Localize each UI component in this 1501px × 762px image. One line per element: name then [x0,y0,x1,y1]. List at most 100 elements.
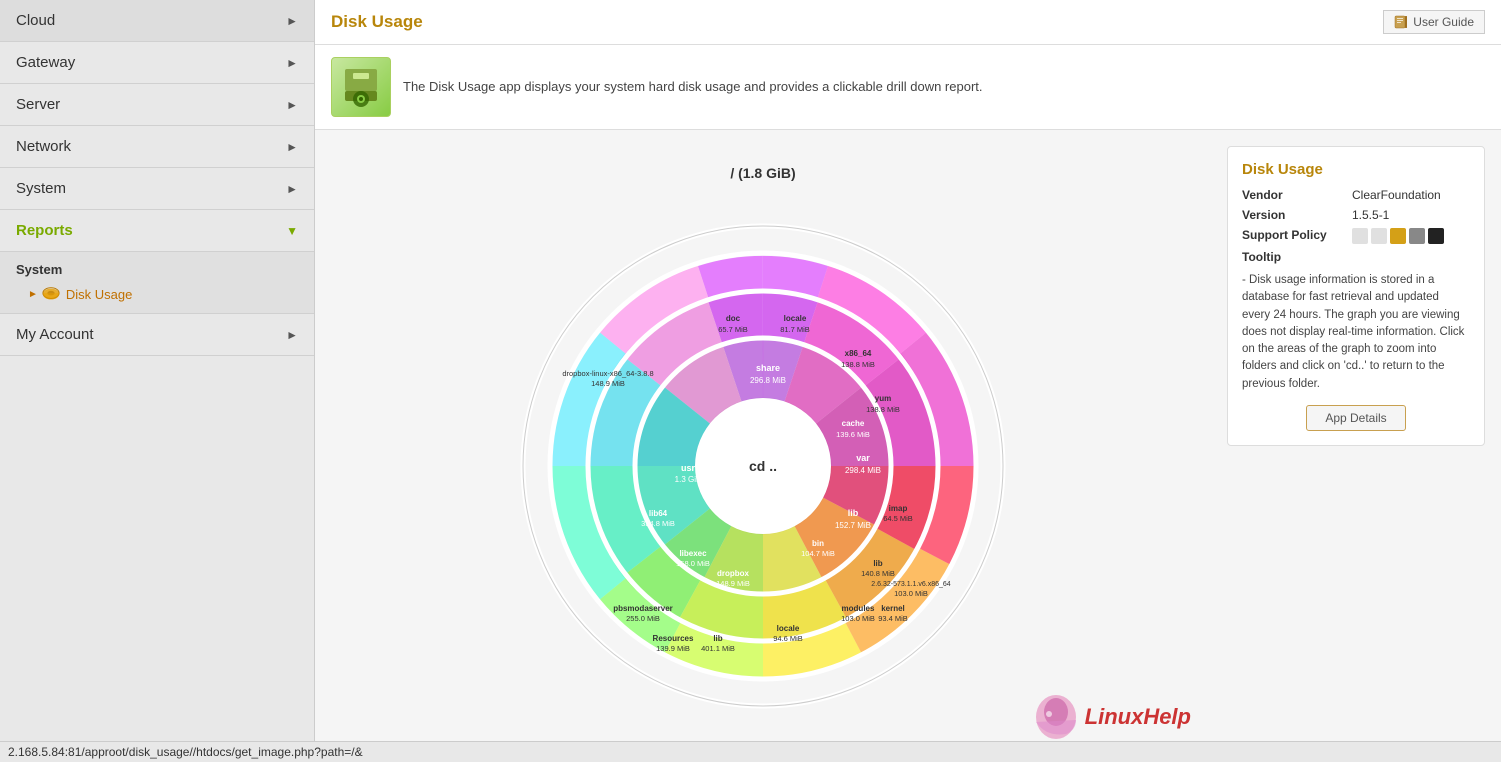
svg-text:94.6 MiB: 94.6 MiB [773,634,803,643]
chevron-right-icon: ► [286,14,298,28]
tooltip-row: Tooltip [1242,250,1470,264]
svg-text:81.7 MiB: 81.7 MiB [780,325,810,334]
chart-area[interactable]: / (1.8 GiB) cd .. [315,130,1211,762]
vendor-row: Vendor ClearFoundation [1242,188,1470,202]
svg-text:dropbox: dropbox [717,569,750,578]
user-guide-label: User Guide [1413,15,1474,29]
svg-text:401.1 MiB: 401.1 MiB [701,644,735,653]
svg-text:138.8 MiB: 138.8 MiB [841,360,875,369]
vendor-value: ClearFoundation [1352,188,1441,202]
submenu-group-label: System [0,258,314,281]
sidebar-label-gateway: Gateway [16,54,75,71]
info-box: Disk Usage Vendor ClearFoundation Versio… [1227,146,1485,446]
svg-text:lib: lib [848,508,859,518]
svg-text:148.9 MiB: 148.9 MiB [591,379,625,388]
svg-text:Resources: Resources [653,634,694,643]
sidebar-item-cloud[interactable]: Cloud ► [0,0,314,42]
svg-text:lib: lib [713,634,722,643]
svg-text:140.8 MiB: 140.8 MiB [861,569,895,578]
svg-text:locale: locale [777,624,800,633]
svg-text:2.6.32-573.1.1.v6.x86_64: 2.6.32-573.1.1.v6.x86_64 [871,581,951,588]
support-icon-5 [1428,228,1444,244]
description-row: The Disk Usage app displays your system … [315,45,1501,130]
app-details-button[interactable]: App Details [1306,405,1406,431]
svg-text:296.8 MiB: 296.8 MiB [750,376,786,385]
svg-text:158.0 MiB: 158.0 MiB [676,559,710,568]
disk-app-icon [339,65,383,109]
tooltip-text: - Disk usage information is stored in a … [1242,272,1470,393]
version-value: 1.5.5-1 [1352,208,1389,222]
book-icon [1394,15,1408,29]
sidebar-label-system: System [16,180,66,197]
sidebar-item-reports[interactable]: Reports ▼ [0,210,314,252]
svg-text:x86_64: x86_64 [845,349,872,358]
sidebar-label-server: Server [16,96,60,113]
svg-text:pbsmodaserver: pbsmodaserver [613,604,673,613]
chevron-right-icon: ► [286,98,298,112]
right-panel: Disk Usage Vendor ClearFoundation Versio… [1211,130,1501,762]
sidebar-item-network[interactable]: Network ► [0,126,314,168]
chevron-right-icon: ► [286,182,298,196]
vendor-label: Vendor [1242,188,1352,202]
logo-text: LinuxHelp [1085,704,1191,730]
svg-text:103.0 MiB: 103.0 MiB [841,614,875,623]
support-icons [1352,228,1444,244]
sidebar-label-myaccount: My Account [16,326,94,343]
description-text: The Disk Usage app displays your system … [403,77,1485,97]
svg-text:cd ..: cd .. [749,458,777,474]
svg-text:298.4 MiB: 298.4 MiB [845,466,881,475]
svg-text:1.3 GiB: 1.3 GiB [675,475,702,484]
version-label: Version [1242,208,1352,222]
sidebar-submenu-reports: System ► Disk Usage [0,252,314,314]
sidebar-label-reports: Reports [16,222,73,239]
chevron-down-icon: ▼ [286,224,298,238]
content-area: / (1.8 GiB) cd .. [315,130,1501,762]
support-policy-row: Support Policy [1242,228,1470,244]
svg-text:93.4 MiB: 93.4 MiB [878,614,908,623]
user-guide-button[interactable]: User Guide [1383,10,1485,34]
svg-text:139.6 MiB: 139.6 MiB [836,430,870,439]
app-icon-box [331,57,391,117]
support-icon-1 [1352,228,1368,244]
svg-text:334.8 MiB: 334.8 MiB [641,519,675,528]
arrow-right-icon: ► [28,289,38,300]
svg-text:usr: usr [681,463,696,473]
page-title: Disk Usage [331,12,423,32]
sidebar: Cloud ► Gateway ► Server ► Network ► Sys… [0,0,315,762]
support-icon-2 [1371,228,1387,244]
svg-text:139.9 MiB: 139.9 MiB [656,644,690,653]
chevron-right-icon: ► [286,140,298,154]
sidebar-item-system[interactable]: System ► [0,168,314,210]
svg-text:kernel: kernel [881,604,905,613]
sidebar-item-myaccount[interactable]: My Account ► [0,314,314,356]
svg-text:103.0 MiB: 103.0 MiB [894,589,928,598]
svg-text:138.8 MiB: 138.8 MiB [866,405,900,414]
svg-text:yum: yum [875,394,891,403]
svg-text:bin: bin [812,539,824,548]
linuxhelp-logo-icon [1031,692,1081,742]
svg-text:doc: doc [726,314,741,323]
svg-text:cache: cache [842,419,865,428]
sidebar-item-gateway[interactable]: Gateway ► [0,42,314,84]
sidebar-label-cloud: Cloud [16,12,55,29]
svg-text:imap: imap [889,504,908,513]
info-box-title: Disk Usage [1242,161,1470,178]
version-row: Version 1.5.5-1 [1242,208,1470,222]
tooltip-label: Tooltip [1242,250,1352,264]
svg-text:64.5 MiB: 64.5 MiB [883,514,913,523]
chart-svg: / (1.8 GiB) cd .. [443,156,1083,736]
sidebar-item-server[interactable]: Server ► [0,84,314,126]
submenu-item-diskusage[interactable]: ► Disk Usage [0,281,314,307]
support-icon-4 [1409,228,1425,244]
svg-text:lib64: lib64 [649,509,668,518]
status-url: 2.168.5.84:81/approot/disk_usage//htdocs… [315,745,363,759]
svg-text:104.7 MiB: 104.7 MiB [801,549,835,558]
svg-text:/ (1.8 GiB): / (1.8 GiB) [730,165,795,181]
statusbar: 2.168.5.84:81/approot/disk_usage//htdocs… [315,741,1501,762]
chevron-right-icon: ► [286,328,298,342]
svg-text:255.0 MiB: 255.0 MiB [626,614,660,623]
submenu-item-label: Disk Usage [66,287,132,302]
svg-text:lib: lib [873,559,882,568]
svg-text:locale: locale [784,314,807,323]
sunburst-chart[interactable]: / (1.8 GiB) cd .. [443,156,1083,736]
